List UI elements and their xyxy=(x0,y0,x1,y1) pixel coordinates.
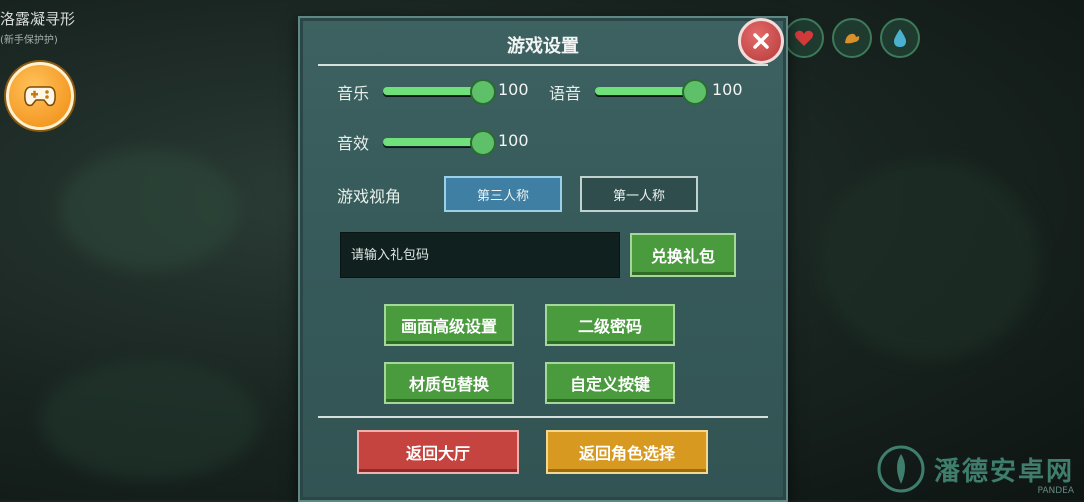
background-foliage xyxy=(60,150,240,270)
settings-title: 游戏设置 xyxy=(507,36,579,57)
back-to-character-select-button[interactable]: 返回角色选择 xyxy=(546,430,708,474)
watermark-logo-icon xyxy=(877,445,925,493)
water-drop-icon[interactable] xyxy=(880,18,920,58)
title-divider xyxy=(318,64,768,66)
slider-knob[interactable] xyxy=(470,130,496,156)
slider-knob[interactable] xyxy=(470,79,496,105)
close-x-icon xyxy=(753,33,769,49)
voice-label: 语音 xyxy=(549,84,582,103)
quest-tracker: 洛露凝寻形 (新手保护护) xyxy=(0,8,75,46)
first-person-button[interactable]: 第一人称 xyxy=(580,176,698,212)
quest-subtitle: (新手保护护) xyxy=(0,35,58,46)
gamepad-button[interactable] xyxy=(6,62,74,130)
music-slider[interactable] xyxy=(383,79,496,105)
gift-code-input[interactable] xyxy=(340,232,620,278)
graphics-settings-button[interactable]: 画面高级设置 xyxy=(384,304,514,346)
music-value: 100 xyxy=(498,80,529,99)
back-to-lobby-button[interactable]: 返回大厅 xyxy=(357,430,519,474)
slider-knob[interactable] xyxy=(682,79,708,105)
redeem-gift-button[interactable]: 兑换礼包 xyxy=(630,233,736,277)
gamepad-icon xyxy=(24,86,56,107)
footer-divider xyxy=(318,416,768,418)
slider-fill xyxy=(383,138,481,146)
sfx-slider[interactable] xyxy=(383,130,496,156)
close-button[interactable] xyxy=(738,18,784,64)
quest-title: 洛露凝寻形 xyxy=(0,10,76,28)
voice-value: 100 xyxy=(712,80,743,99)
music-label: 音乐 xyxy=(337,84,370,103)
texture-pack-button[interactable]: 材质包替换 xyxy=(384,362,514,404)
sfx-value: 100 xyxy=(498,131,529,150)
custom-keys-button[interactable]: 自定义按键 xyxy=(545,362,675,404)
watermark-text: 潘德安卓网 xyxy=(933,456,1074,487)
second-password-button[interactable]: 二级密码 xyxy=(545,304,675,346)
slider-fill xyxy=(595,87,693,95)
watermark: 潘德安卓网 PANDEA xyxy=(876,444,1074,496)
heart-icon[interactable] xyxy=(784,18,824,58)
voice-slider[interactable] xyxy=(595,79,708,105)
sfx-label: 音效 xyxy=(337,134,370,153)
background-foliage xyxy=(40,360,260,480)
third-person-button[interactable]: 第三人称 xyxy=(444,176,562,212)
arm-icon[interactable] xyxy=(832,18,872,58)
background-foliage xyxy=(820,160,1040,360)
status-icons xyxy=(784,18,920,58)
slider-fill xyxy=(383,87,481,95)
watermark-sub: PANDEA xyxy=(1037,486,1074,496)
view-label: 游戏视角 xyxy=(337,187,402,206)
